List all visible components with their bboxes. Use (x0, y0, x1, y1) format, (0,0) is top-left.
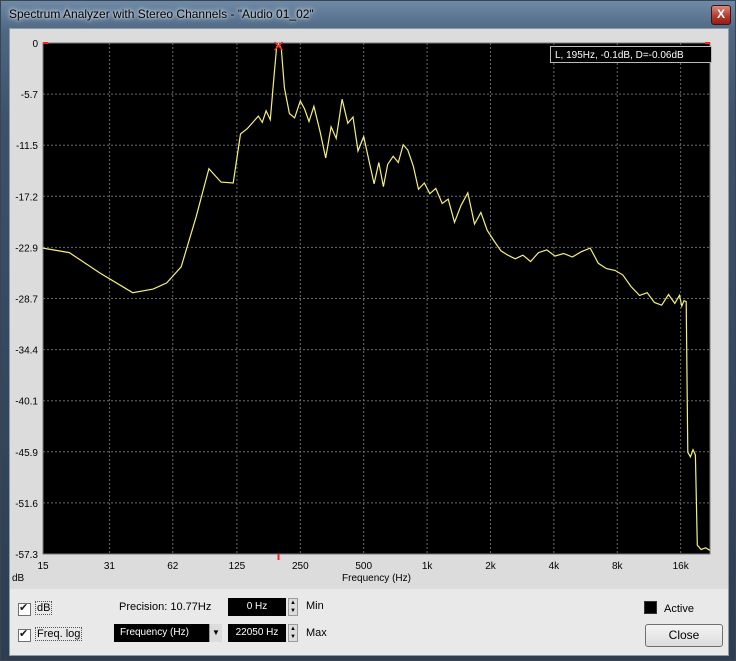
x-tick-label: 4k (549, 561, 561, 572)
x-axis-label: Frequency (Hz) (342, 573, 411, 584)
active-checkbox[interactable] (644, 601, 657, 614)
chevron-down-icon: ▼ (209, 624, 222, 642)
y-tick-label: -51.6 (15, 499, 38, 510)
y-tick-label: -34.4 (15, 346, 38, 357)
x-tick-label: 16k (673, 561, 690, 572)
client-area: 0 -5.7 -11.5 -17.2 -22.9 -28.7 -34.4 -40.1 -45.9… (9, 28, 729, 656)
close-button[interactable]: Close (645, 624, 723, 647)
spectrum-analyzer-window: Spectrum Analyzer with Stereo Channels -… (0, 0, 736, 661)
precision-label: Precision: 10.77Hz (119, 601, 212, 613)
y-tick-label: -45.9 (15, 448, 38, 459)
frequency-unit-select[interactable]: Frequency (Hz) ▼ (114, 624, 222, 642)
max-frequency-field[interactable]: 22050 Hz (228, 624, 286, 642)
x-tick-label: 8k (612, 561, 624, 572)
min-frequency-stepper[interactable]: 0 Hz ▲ ▼ (228, 598, 298, 616)
y-tick-label: 0 (32, 39, 38, 50)
x-tick-label: 15 (37, 561, 49, 572)
x-tick-label: 31 (104, 561, 116, 572)
cursor-readout: L, 195Hz, -0.1dB, D=-0.06dB (550, 46, 712, 63)
controls-panel: dB Freq. log Precision: 10.77Hz Frequenc… (10, 589, 728, 655)
frequency-unit-value: Frequency (Hz) (120, 627, 189, 638)
freq-log-checkbox[interactable] (18, 627, 31, 642)
x-tick-label: 2k (485, 561, 497, 572)
min-label: Min (306, 600, 324, 612)
x-tick-label: 125 (229, 561, 246, 572)
y-tick-label: -11.5 (16, 141, 38, 152)
y-tick-label: -40.1 (15, 397, 38, 408)
y-axis-label: dB (12, 573, 25, 584)
spectrum-chart-svg: 0 -5.7 -11.5 -17.2 -22.9 -28.7 -34.4 -40.1 -45.9… (12, 39, 711, 584)
window-title: Spectrum Analyzer with Stereo Channels -… (9, 7, 314, 21)
y-tick-label: -57.3 (15, 550, 38, 561)
x-tick-label: 1k (422, 561, 434, 572)
db-label: dB (35, 601, 53, 615)
active-label: Active (664, 603, 694, 615)
min-frequency-field[interactable]: 0 Hz (228, 598, 286, 616)
min-stepper-arrows-icon[interactable]: ▲ ▼ (288, 598, 298, 616)
x-tick-label: 500 (355, 561, 372, 572)
max-label: Max (306, 627, 327, 639)
x-tick-label: 62 (167, 561, 179, 572)
db-checkbox[interactable] (18, 601, 31, 616)
y-tick-label: -28.7 (15, 295, 38, 306)
y-tick-label: -17.2 (15, 192, 38, 203)
y-tick-label: -5.7 (21, 90, 39, 101)
title-bar[interactable]: Spectrum Analyzer with Stereo Channels -… (1, 1, 735, 29)
max-frequency-stepper[interactable]: 22050 Hz ▲ ▼ (228, 624, 298, 642)
x-tick-label: 250 (292, 561, 309, 572)
window-close-button[interactable]: X (711, 5, 731, 25)
max-stepper-arrows-icon[interactable]: ▲ ▼ (288, 624, 298, 642)
y-tick-label: -22.9 (15, 243, 38, 254)
spectrum-chart[interactable]: 0 -5.7 -11.5 -17.2 -22.9 -28.7 -34.4 -40.1 -45.9… (10, 29, 728, 589)
freq-log-label: Freq. log (35, 627, 83, 641)
